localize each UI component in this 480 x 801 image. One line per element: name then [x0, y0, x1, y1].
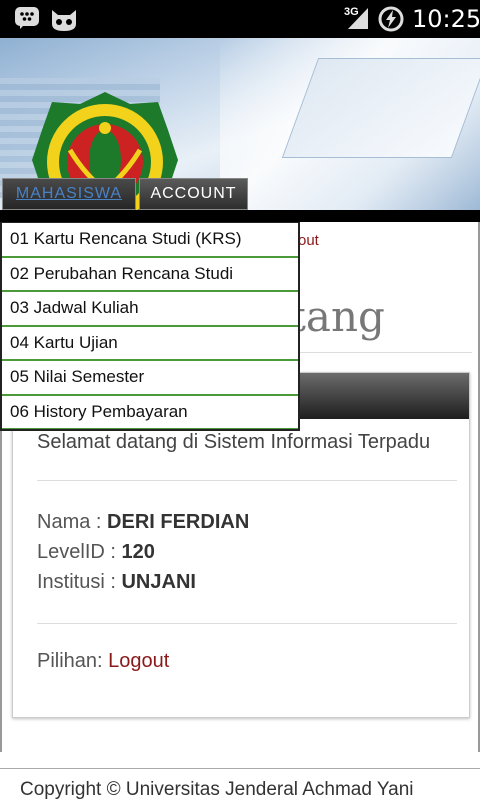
cat-icon: [52, 10, 76, 31]
level-value: 120: [121, 541, 155, 563]
bbm-icon: [15, 7, 39, 29]
institusi-label: Institusi :: [37, 571, 122, 593]
main-nav: MAHASISWA ACCOUNT: [0, 178, 250, 210]
menu-item-jadwal-kuliah[interactable]: 03 Jadwal Kuliah: [2, 291, 298, 326]
info-level: LevelID : 120: [37, 537, 457, 567]
status-bar: 3G 10:25: [0, 0, 480, 38]
menu-item-history-pembayaran[interactable]: 06 History Pembayaran: [2, 394, 298, 429]
panel-body: Selamat datang di Sistem Informasi Terpa…: [13, 431, 469, 673]
svg-text:UNIVERSITAS: UNIVERSITAS: [82, 109, 129, 117]
panel-divider-2: [37, 623, 457, 624]
menu-item-krs[interactable]: 01 Kartu Rencana Studi (KRS): [2, 222, 298, 257]
options-label: Pilihan:: [37, 650, 109, 672]
footer: Copyright © Universitas Jenderal Achmad …: [0, 768, 480, 800]
banner-laptop-screen: [281, 58, 480, 158]
signal-icon: [348, 8, 368, 29]
info-nama: Nama : DERI FERDIAN: [37, 507, 457, 537]
institusi-value: UNJANI: [121, 571, 196, 593]
info-institusi: Institusi : UNJANI: [37, 567, 457, 597]
nav-divider: [0, 210, 480, 222]
copyright-text: Copyright © Universitas Jenderal Achmad …: [20, 779, 414, 800]
battery-charging-icon: [378, 6, 404, 32]
panel-divider: [37, 480, 457, 481]
nama-label: Nama :: [37, 511, 108, 533]
footer-gap: [0, 752, 480, 768]
logout-link[interactable]: Logout: [108, 650, 169, 672]
top-logout-link[interactable]: out: [298, 232, 319, 249]
nama-value: DERI FERDIAN: [107, 511, 250, 533]
menu-item-nilai-semester[interactable]: 05 Nilai Semester: [2, 360, 298, 395]
clock: 10:25: [412, 5, 480, 33]
mahasiswa-dropdown-menu: 01 Kartu Rencana Studi (KRS) 02 Perubaha…: [0, 222, 300, 431]
tab-mahasiswa[interactable]: MAHASISWA: [2, 178, 136, 210]
level-label: LevelID :: [37, 541, 122, 563]
welcome-text: Selamat datang di Sistem Informasi Terpa…: [37, 431, 431, 453]
options-line: Pilihan: Logout: [37, 650, 457, 673]
tab-account[interactable]: ACCOUNT: [139, 178, 248, 210]
menu-item-kartu-ujian[interactable]: 04 Kartu Ujian: [2, 325, 298, 360]
menu-item-perubahan-rencana-studi[interactable]: 02 Perubahan Rencana Studi: [2, 256, 298, 291]
